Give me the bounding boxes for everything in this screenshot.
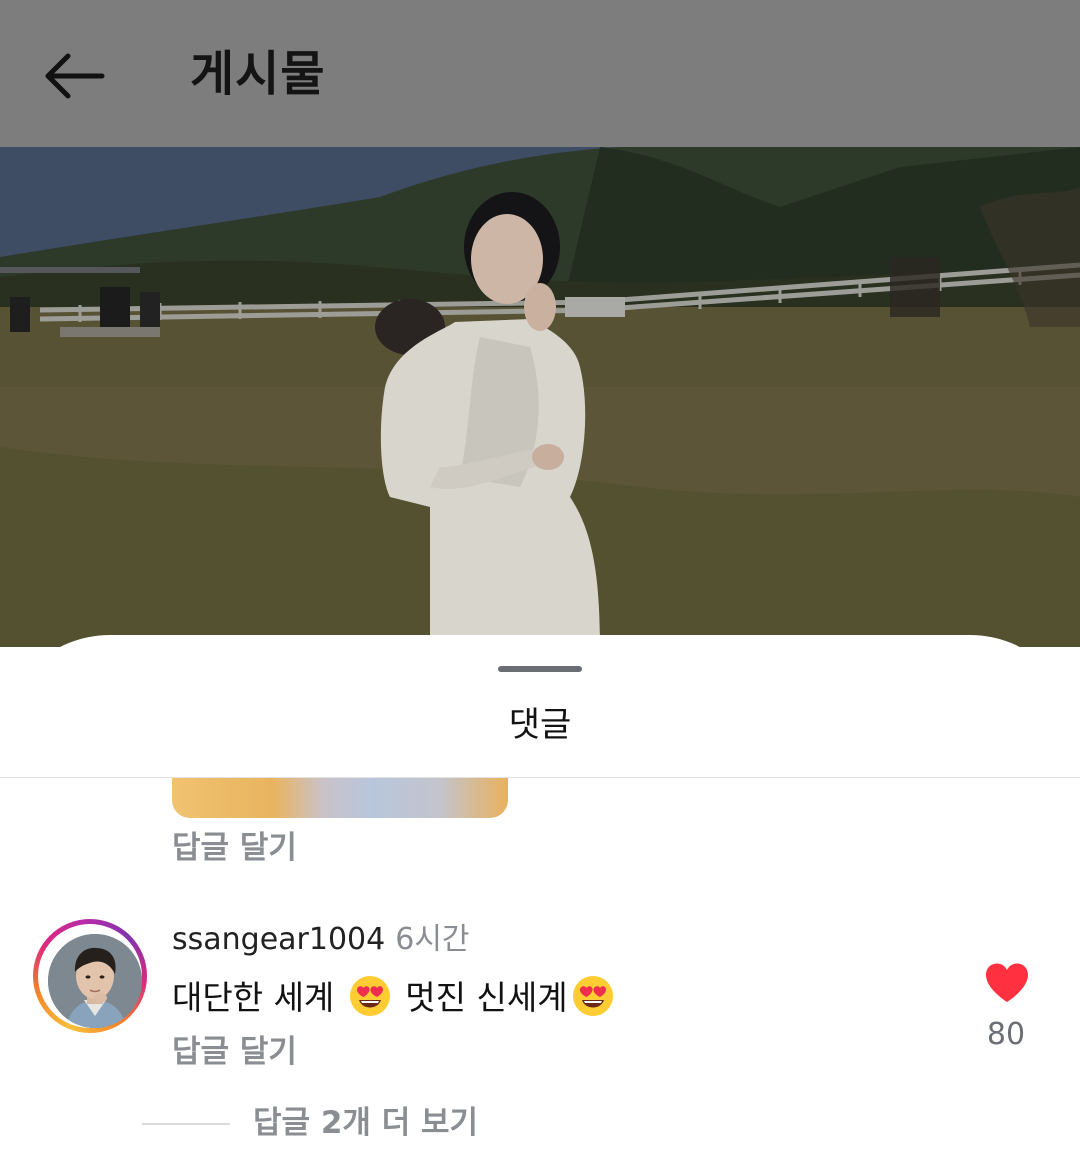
like-count: 80 xyxy=(986,1017,1026,1052)
like-button[interactable] xyxy=(984,962,1030,1004)
page-title: 게시물 xyxy=(190,46,326,102)
post-comments-screen: 게시물 댓글 답글 달기 ssangear1004 6시간 대단한 세계 멋진 … xyxy=(0,0,1080,1166)
previous-comment-image[interactable] xyxy=(172,778,508,818)
story-ring[interactable] xyxy=(33,919,147,1033)
post-photo xyxy=(0,147,1080,647)
top-app-bar: 게시물 xyxy=(0,0,1080,147)
comment-text-part: 대단한 세계 xyxy=(172,978,335,1017)
comment-timestamp: 6시간 xyxy=(395,922,470,957)
sheet-drag-handle[interactable] xyxy=(498,666,582,672)
view-more-replies-button[interactable]: 답글 2개 더 보기 xyxy=(253,1103,478,1143)
divider xyxy=(142,1123,230,1125)
arrow-left-icon xyxy=(45,53,105,99)
reply-button[interactable]: 답글 달기 xyxy=(172,828,297,868)
back-button[interactable] xyxy=(40,48,106,104)
divider xyxy=(0,777,1080,778)
comment-text-part: 멋진 신세계 xyxy=(405,978,568,1017)
heart-eyes-emoji-icon xyxy=(349,976,390,1016)
heart-eyes-emoji-icon xyxy=(572,976,613,1016)
comment-header: ssangear1004 6시간 xyxy=(172,920,470,960)
comment-username[interactable]: ssangear1004 xyxy=(172,922,385,957)
sheet-title: 댓글 xyxy=(508,705,572,745)
reply-button[interactable]: 답글 달기 xyxy=(172,1032,297,1072)
avatar[interactable] xyxy=(48,934,142,1028)
heart-icon xyxy=(986,963,1028,1002)
comment-body: 대단한 세계 멋진 신세계 xyxy=(172,972,618,1024)
comments-bottom-sheet: 댓글 답글 달기 ssangear1004 6시간 대단한 세계 멋진 신세계 … xyxy=(0,635,1080,1166)
